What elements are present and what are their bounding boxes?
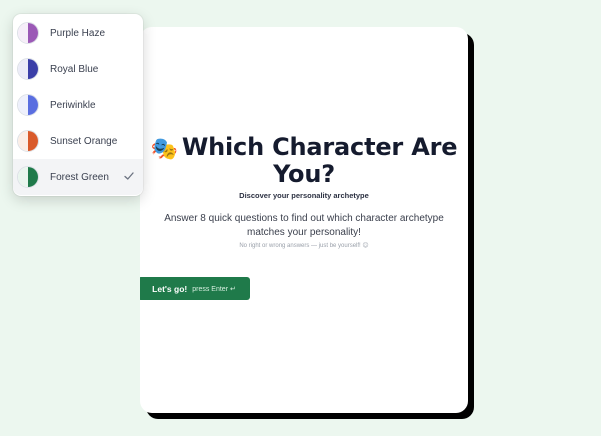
theme-option-label: Purple Haze [50,27,106,39]
color-swatch-icon [17,94,39,116]
theme-option-label: Sunset Orange [50,135,118,147]
start-quiz-button[interactable]: Let's go! press Enter ↵ [140,277,250,300]
theme-option[interactable]: Periwinkle [13,87,143,123]
start-button-hint: press Enter ↵ [192,285,236,293]
checkmark-icon [124,172,134,180]
theme-option[interactable]: Purple Haze [13,15,143,51]
color-swatch-icon [17,130,39,152]
theme-option-label: Royal Blue [50,63,99,75]
page-title-text: Which Character Are You? [181,133,458,188]
quiz-card: 🎭 Which Character Are You? Discover your … [140,27,468,413]
quiz-hero: 🎭 Which Character Are You? Discover your … [140,135,468,200]
theme-option[interactable]: Sunset Orange [13,123,143,159]
color-swatch-icon [17,22,39,44]
page-title: 🎭 Which Character Are You? [140,135,468,186]
color-swatch-icon [17,166,39,188]
theme-dropdown-menu: Purple Haze Royal Blue Periwinkle Sunset Or… [13,14,143,196]
theme-option[interactable]: Forest Green [13,159,143,195]
page-subtitle: Discover your personality archetype [239,191,369,200]
theme-option-label: Forest Green [50,171,109,183]
quiz-note-text: No right or wrong answers — just be your… [239,243,369,249]
theme-option[interactable]: Royal Blue [13,51,143,87]
color-swatch-icon [17,58,39,80]
theme-option-label: Periwinkle [50,99,96,111]
start-button-label: Let's go! [152,283,188,294]
theater-masks-icon: 🎭 [150,137,178,162]
quiz-intro-text: Answer 8 quick questions to find out whi… [164,213,444,238]
